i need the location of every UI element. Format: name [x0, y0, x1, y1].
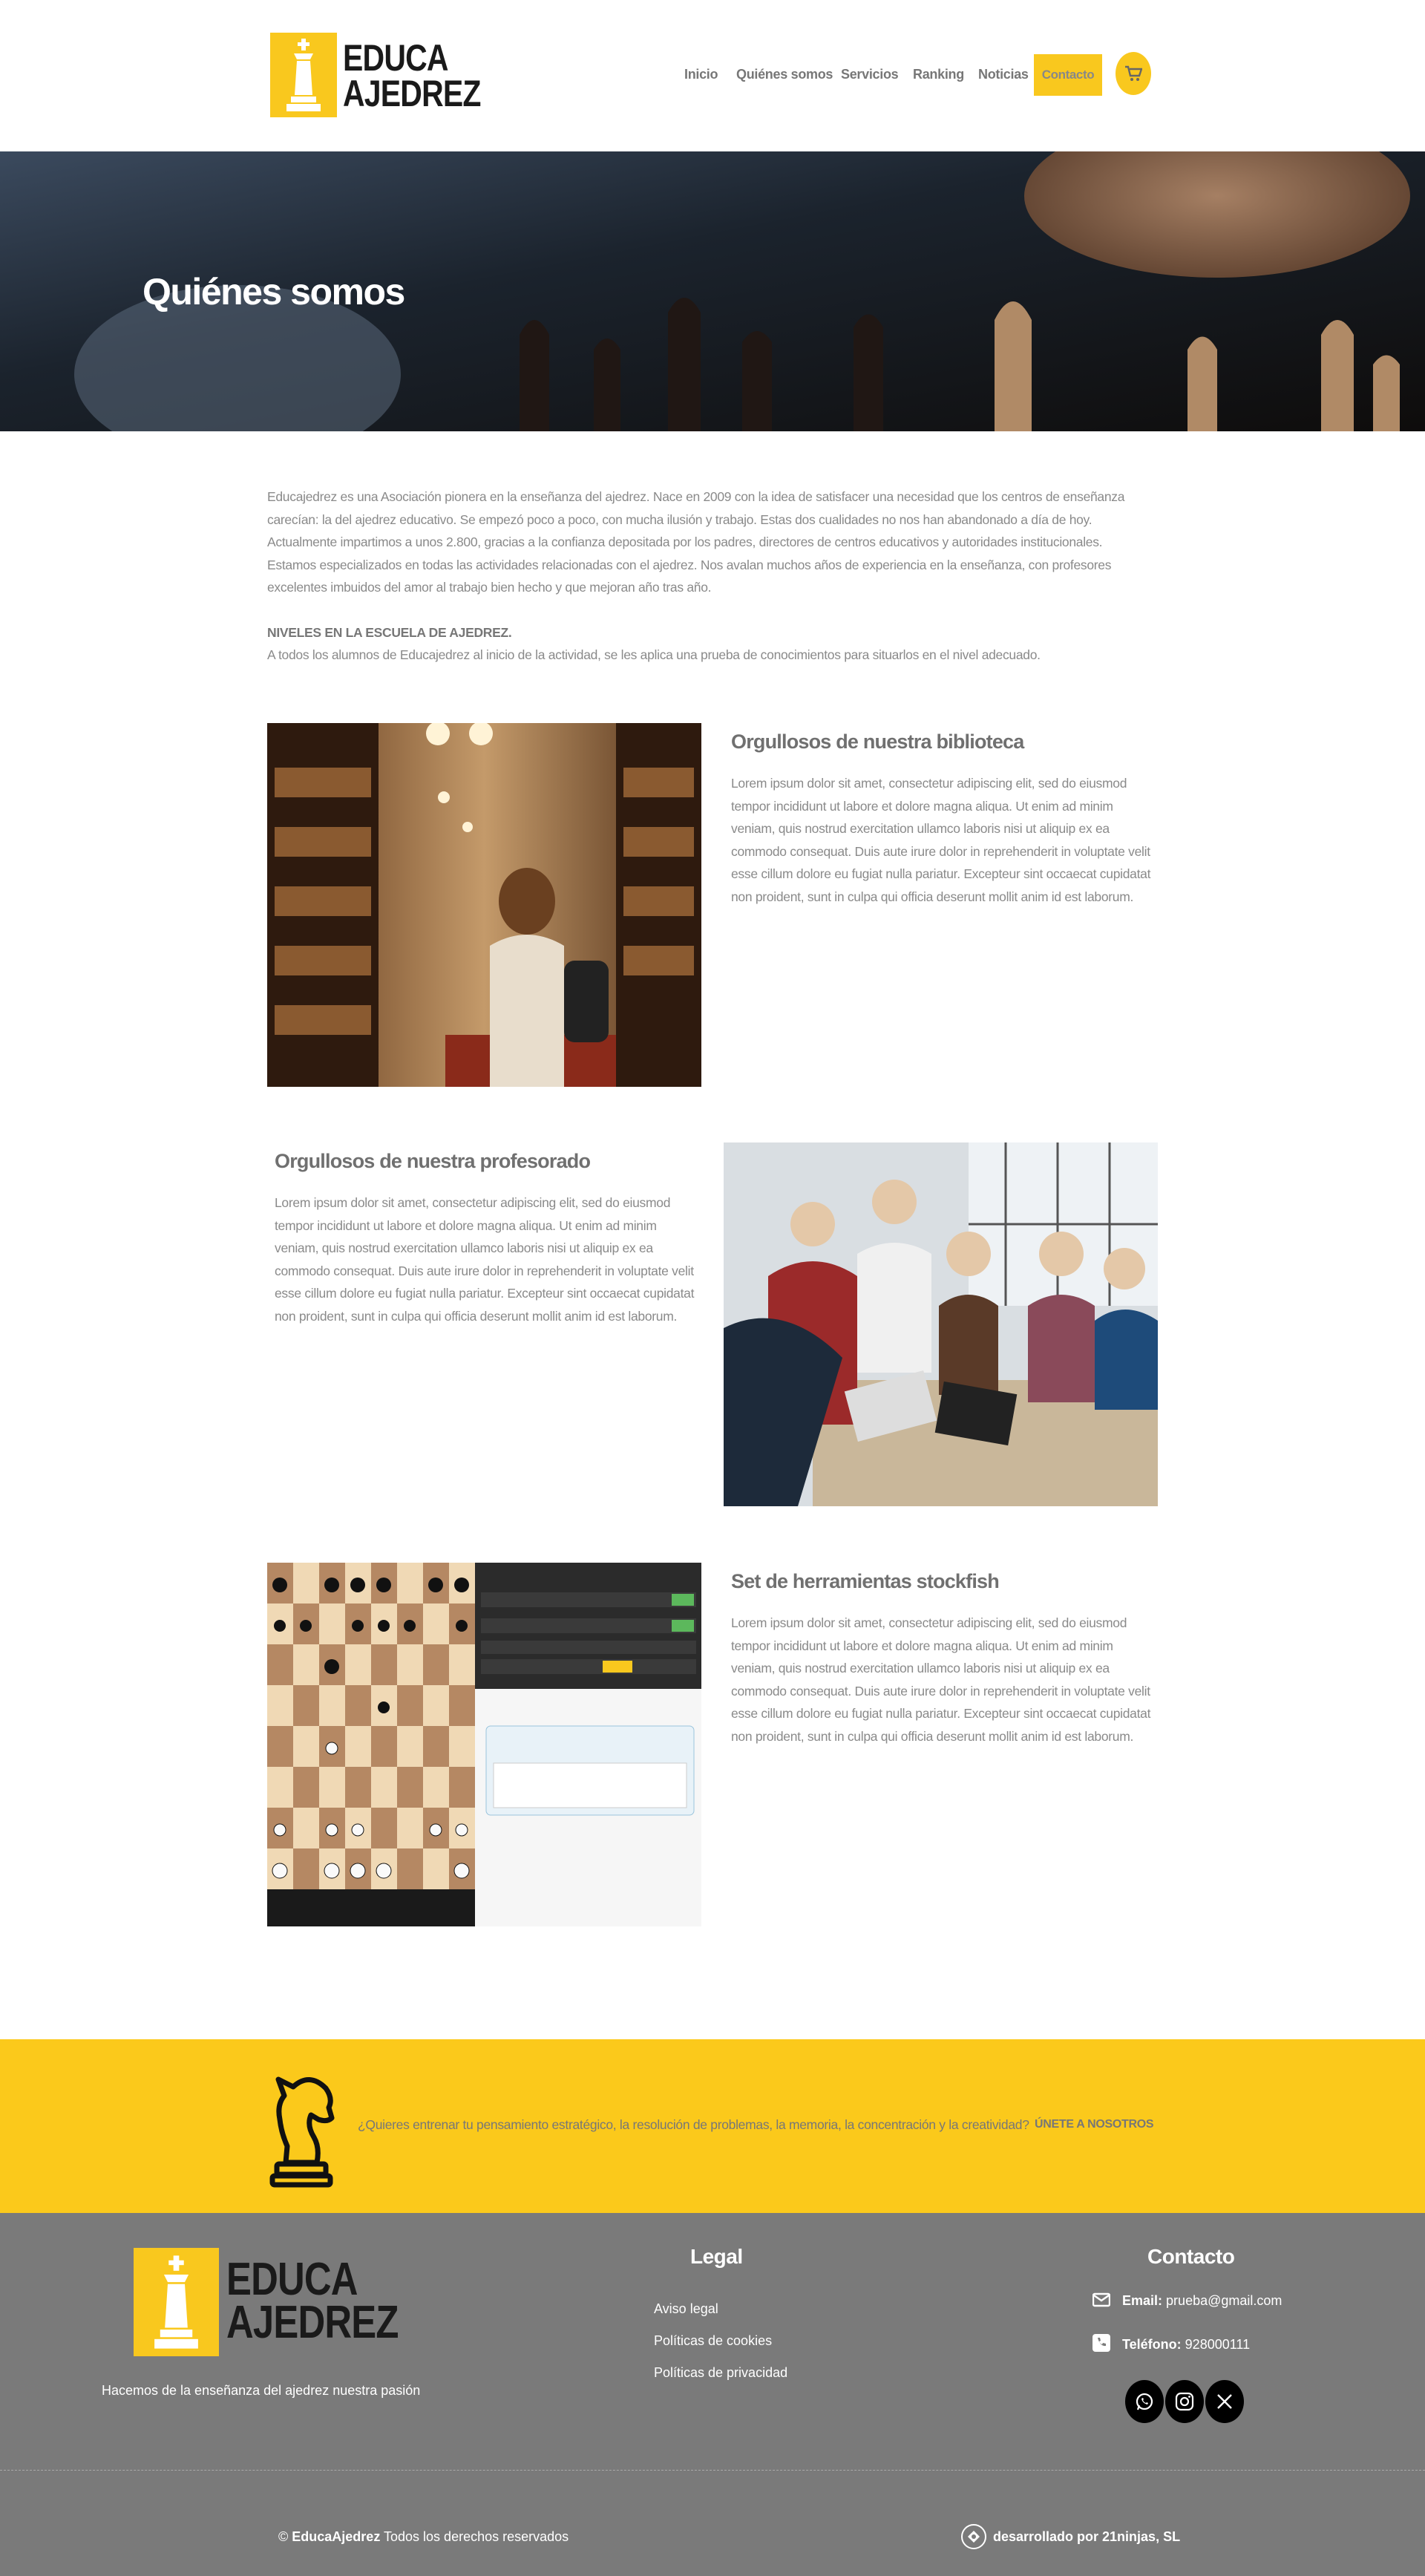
footer-divider [0, 2470, 1425, 2471]
nav-quienes-somos[interactable]: Quiénes somos [736, 67, 833, 82]
levels-heading: NIVELES EN LA ESCUELA DE AJEDREZ. [267, 624, 512, 640]
hero-banner: Quiénes somos [0, 151, 1425, 431]
whatsapp-icon[interactable] [1125, 2380, 1164, 2423]
levels-text: A todos los alumnos de Educajedrez al in… [267, 647, 1041, 662]
intro-paragraph-2: Estamos especializados en todas las acti… [267, 557, 1112, 595]
footer-logo-wordmark: EDUCA AJEDREZ [226, 2254, 399, 2348]
site-logo[interactable]: EDUCA AJEDREZ [270, 33, 481, 117]
section-1-title: Orgullosos de nuestra biblioteca [731, 730, 1024, 753]
phone-value: 928000111 [1185, 2337, 1251, 2352]
nav-contacto-button[interactable]: Contacto [1034, 54, 1102, 96]
logo-king-icon [270, 33, 337, 117]
nav-servicios[interactable]: Servicios [841, 67, 899, 82]
logo-wordmark: EDUCA AJEDREZ [343, 37, 481, 114]
email-label: Email: [1122, 2293, 1163, 2308]
join-button[interactable]: ÚNETE A NOSOTROS [1035, 2118, 1154, 2131]
stockfish-image [267, 1563, 701, 1926]
footer-logo[interactable]: EDUCA AJEDREZ [134, 2248, 399, 2356]
ninja-logo-icon [961, 2524, 986, 2549]
nav-inicio[interactable]: Inicio [684, 67, 718, 82]
instagram-icon[interactable] [1165, 2380, 1204, 2423]
footer-logo-line-2: AJEDREZ [226, 2297, 399, 2348]
page-title: Quiénes somos [142, 271, 405, 313]
link-politicas-cookies[interactable]: Políticas de cookies [654, 2333, 772, 2349]
section-2-title: Orgullosos de nuestra profesorado [275, 1150, 591, 1172]
section-2-body: Lorem ipsum dolor sit amet, consectetur … [275, 1195, 695, 1324]
email-value: prueba@gmail.com [1166, 2293, 1282, 2308]
email-icon [1092, 2292, 1111, 2311]
intro-paragraph-1: Educajedrez es una Asociación pionera en… [267, 489, 1125, 549]
copyright: © EducaAjedrez Todos los derechos reserv… [278, 2529, 569, 2545]
chess-knight-icon [269, 2076, 335, 2188]
nav-ranking[interactable]: Ranking [913, 67, 964, 82]
library-image [267, 723, 701, 1087]
developer-credit[interactable]: desarrollado por 21ninjas, SL [993, 2529, 1180, 2545]
legal-heading: Legal [690, 2245, 743, 2268]
phone-label: Teléfono: [1122, 2337, 1182, 2352]
logo-line-2: AJEDREZ [343, 73, 481, 114]
contact-heading: Contacto [1147, 2245, 1235, 2268]
link-politicas-privacidad[interactable]: Políticas de privacidad [654, 2365, 787, 2381]
phone-line[interactable]: Teléfono: 928000111 [1122, 2337, 1250, 2353]
logo-line-1: EDUCA [343, 37, 449, 79]
section-3-body: Lorem ipsum dolor sit amet, consectetur … [731, 1615, 1151, 1744]
section-3-title: Set de herramientas stockfish [731, 1570, 1000, 1592]
phone-icon [1092, 2334, 1110, 2356]
intro-text: Educajedrez es una Asociación pionera en… [267, 486, 1158, 667]
section-1-body: Lorem ipsum dolor sit amet, consectetur … [731, 776, 1151, 904]
footer-logo-line-1: EDUCA [226, 2254, 358, 2305]
copyright-brand[interactable]: EducaAjedrez [292, 2529, 380, 2544]
x-icon[interactable] [1205, 2380, 1244, 2423]
nav-noticias[interactable]: Noticias [978, 67, 1029, 82]
footer-logo-king-icon [134, 2248, 219, 2356]
teachers-image [724, 1142, 1158, 1506]
email-line[interactable]: Email: prueba@gmail.com [1122, 2293, 1282, 2309]
join-text: ¿Quieres entrenar tu pensamiento estraté… [358, 2117, 1029, 2132]
footer-tagline: Hacemos de la enseñanza del ajedrez nues… [102, 2383, 421, 2398]
link-aviso-legal[interactable]: Aviso legal [654, 2301, 718, 2317]
site-header: EDUCA AJEDREZ Inicio Quiénes somos Servi… [0, 0, 1425, 151]
copyright-text: Todos los derechos reservados [384, 2529, 569, 2544]
cart-icon[interactable] [1116, 52, 1151, 95]
copyright-symbol: © [278, 2529, 289, 2544]
